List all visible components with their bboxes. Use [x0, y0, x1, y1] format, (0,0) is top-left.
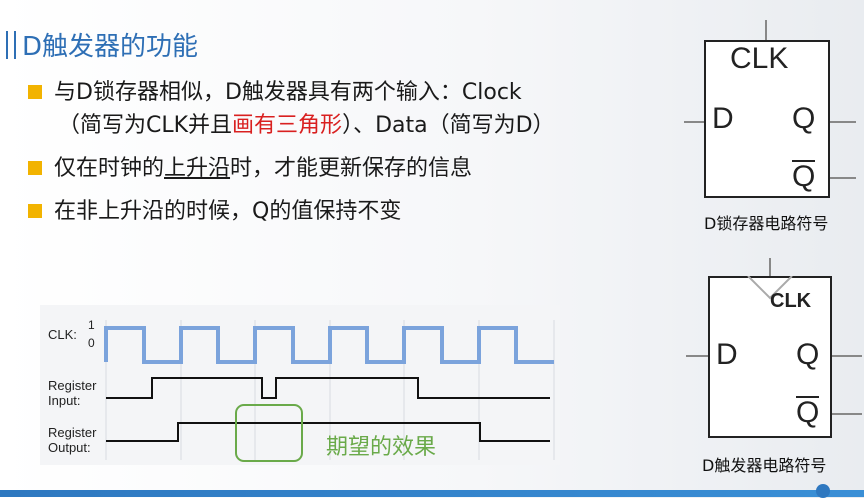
bullet-2-text-b: 时，才能更新保存的信息 [230, 156, 473, 181]
register-output-label-2: Output: [48, 440, 91, 455]
register-input-label: Register Input: [48, 378, 96, 408]
bullet-1-text-b: ）、Data（简写为D） [342, 113, 555, 138]
title-bar: D触发器的功能 [6, 26, 198, 63]
bullet-2-text-a: 仅在时钟的 [54, 156, 165, 181]
bullet-square-icon [28, 85, 42, 99]
timing-diagram: CLK: 1 0 Register Input: Register Output: … [40, 305, 560, 465]
bullet-2-underlined: 上升沿 [164, 156, 231, 181]
bullet-1-line-1: 与D锁存器相似，D触发器具有两个输入：Clock [54, 80, 522, 105]
page-title: D触发器的功能 [22, 32, 199, 62]
d-latch-d-label: D [712, 102, 734, 135]
d-latch-symbol: CLK D Q Q D锁存器电路符号 [680, 20, 860, 233]
clk-high-label: 1 [88, 318, 95, 332]
bottom-dot-icon [816, 484, 830, 498]
bottom-accent-bar [0, 490, 864, 497]
d-latch-q-label: Q [792, 102, 816, 135]
d-flipflop-caption: D触发器电路符号 [702, 456, 827, 475]
d-latch-caption: D锁存器电路符号 [704, 214, 829, 233]
bullet-square-icon [28, 204, 42, 218]
bullet-1-text-a: （简写为CLK并且 [58, 113, 233, 138]
title-marker-icon [6, 30, 16, 59]
d-flipflop-q-label: Q [796, 338, 820, 371]
d-latch-clk-label: CLK [730, 42, 789, 75]
register-output-label: Register Output: [48, 425, 96, 455]
register-input-label-2: Input: [48, 393, 81, 408]
bullet-list: 与D锁存器相似，D触发器具有两个输入：Clock （简写为CLK并且画有三角形）… [28, 76, 668, 238]
d-flipflop-symbol: CLK D Q Q D触发器电路符号 [684, 258, 864, 478]
bullet-item-2: 仅在时钟的上升沿时，才能更新保存的信息 [28, 152, 668, 185]
clock-waveform [104, 326, 554, 364]
clk-low-label: 0 [88, 336, 95, 350]
register-output-label-1: Register [48, 425, 97, 440]
register-input-label-1: Register [48, 378, 97, 393]
register-input-waveform [106, 377, 550, 399]
d-flipflop-qbar-label: Q [796, 396, 820, 429]
clk-label: CLK: [48, 327, 77, 342]
bullet-square-icon [28, 161, 42, 175]
bullet-item-3: 在非上升沿的时候，Q的值保持不变 [28, 195, 668, 228]
d-flipflop-clk-label: CLK [770, 290, 812, 312]
annotation-box [235, 404, 303, 462]
bullet-3-text: 在非上升沿的时候，Q的值保持不变 [54, 199, 402, 224]
annotation-text: 期望的效果 [326, 435, 437, 460]
d-latch-qbar-label: Q [792, 160, 816, 193]
bullet-1-highlight: 画有三角形 [232, 113, 343, 138]
bullet-1-line-2: （简写为CLK并且画有三角形）、Data（简写为D） [54, 109, 555, 142]
d-flipflop-d-label: D [716, 338, 738, 371]
timing-waveforms [104, 320, 555, 462]
bullet-item-1: 与D锁存器相似，D触发器具有两个输入：Clock （简写为CLK并且画有三角形）… [28, 76, 668, 142]
